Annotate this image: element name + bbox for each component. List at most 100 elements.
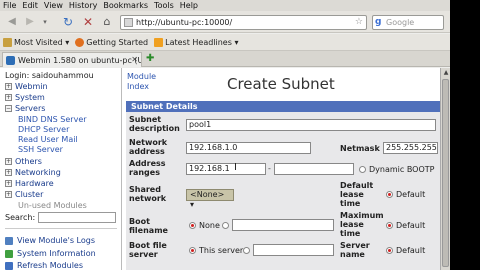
tab-label: Webmin 1.580 on ubuntu-pc (U... xyxy=(18,55,142,65)
category-label: Webmin xyxy=(15,82,48,91)
webmin-sidebar: Login: saidouhammou + Webmin + System − … xyxy=(0,68,122,270)
tab-webmin[interactable]: Webmin 1.580 on ubuntu-pc (U... ✕ xyxy=(2,52,142,67)
boot-filename-none-radio[interactable] xyxy=(189,222,196,229)
boot-file-server-input[interactable] xyxy=(253,244,334,256)
category-webmin[interactable]: + Webmin xyxy=(5,82,48,91)
action-system-information[interactable]: System Information xyxy=(5,249,96,258)
range-end-input[interactable] xyxy=(274,163,354,175)
unused-modules[interactable]: Un-used Modules xyxy=(18,201,87,210)
expand-icon: + xyxy=(5,191,12,198)
subnet-description-input[interactable]: pool1 xyxy=(186,119,436,131)
bookmark-most-visited[interactable]: Most Visited ▾ xyxy=(3,37,69,47)
dynamic-bootp-checkbox[interactable] xyxy=(359,166,366,173)
category-hardware[interactable]: + Hardware xyxy=(5,179,54,188)
boot-filename-input[interactable] xyxy=(232,219,334,231)
index-link[interactable]: Index xyxy=(127,82,149,91)
scrollbar-thumb[interactable] xyxy=(442,79,449,267)
shared-network-select[interactable]: <None> ▾ xyxy=(186,189,234,209)
folder-icon xyxy=(3,37,12,47)
category-system[interactable]: + System xyxy=(5,93,45,102)
vertical-scrollbar[interactable]: ▲ xyxy=(440,68,450,270)
sidebar-search-label: Search: xyxy=(5,213,36,222)
site-favicon-icon xyxy=(124,18,133,27)
module-bind-dns[interactable]: BIND DNS Server xyxy=(18,115,87,124)
module-link[interactable]: Module xyxy=(127,72,156,81)
boot-file-server-custom-radio[interactable] xyxy=(243,247,250,254)
text-cursor-icon: I xyxy=(234,162,237,173)
url-bar[interactable]: http://ubuntu-pc:10000/ ☆ xyxy=(120,15,367,30)
info-icon xyxy=(5,249,13,258)
scroll-up-icon[interactable]: ▲ xyxy=(442,69,450,77)
menu-edit[interactable]: Edit xyxy=(22,1,38,10)
category-servers[interactable]: − Servers xyxy=(5,104,45,113)
category-label: Hardware xyxy=(15,179,54,188)
history-dropdown-icon[interactable]: ▾ xyxy=(40,14,50,30)
range-start-input[interactable]: 192.168.1 xyxy=(186,163,266,175)
menu-view[interactable]: View xyxy=(44,1,63,10)
module-read-user-mail[interactable]: Read User Mail xyxy=(18,135,78,144)
default-lease-default-radio[interactable] xyxy=(386,191,393,198)
category-networking[interactable]: + Networking xyxy=(5,168,61,177)
expand-icon: + xyxy=(5,158,12,165)
reload-icon[interactable]: ↻ xyxy=(60,14,76,30)
boot-file-server-this-radio[interactable] xyxy=(189,247,196,254)
boot-filename-custom-radio[interactable] xyxy=(222,222,229,229)
network-address-input[interactable]: 192.168.1.0 xyxy=(186,142,311,154)
chevron-down-icon: ▾ xyxy=(190,200,195,209)
navigation-toolbar: ◀ ▶ ▾ ↻ ✕ ⌂ http://ubuntu-pc:10000/ ☆ g … xyxy=(0,11,450,33)
home-icon[interactable]: ⌂ xyxy=(99,14,115,30)
max-lease-default-label: Default xyxy=(396,221,426,230)
range-dash: - xyxy=(268,164,271,173)
offscreen-area xyxy=(450,0,480,270)
page-title: Create Subnet xyxy=(227,75,335,93)
bookmarks-toolbar: Most Visited ▾ Getting Started Latest He… xyxy=(0,34,450,51)
menu-help[interactable]: Help xyxy=(180,1,198,10)
category-label: Cluster xyxy=(15,190,44,199)
menu-tools[interactable]: Tools xyxy=(154,1,174,10)
max-lease-default-radio[interactable] xyxy=(386,222,393,229)
menu-history[interactable]: History xyxy=(69,1,97,10)
expand-icon: + xyxy=(5,169,12,176)
sidebar-search-input[interactable] xyxy=(38,212,116,223)
action-view-logs[interactable]: View Module's Logs xyxy=(5,236,95,245)
category-others[interactable]: + Others xyxy=(5,157,42,166)
server-name-default-radio[interactable] xyxy=(386,247,393,254)
menu-bookmarks[interactable]: Bookmarks xyxy=(103,1,148,10)
category-label: Servers xyxy=(15,104,46,113)
stop-icon[interactable]: ✕ xyxy=(80,14,96,30)
url-text: http://ubuntu-pc:10000/ xyxy=(136,18,233,27)
shared-network-label: Shared network xyxy=(129,185,167,203)
category-label: Others xyxy=(15,157,42,166)
menu-file[interactable]: File xyxy=(3,1,16,10)
browser-window: File Edit View History Bookmarks Tools H… xyxy=(0,0,450,270)
close-icon[interactable]: ✕ xyxy=(131,55,138,64)
back-icon[interactable]: ◀ xyxy=(4,14,20,30)
module-dhcp-server[interactable]: DHCP Server xyxy=(18,125,69,134)
expand-icon: + xyxy=(5,180,12,187)
firefox-icon xyxy=(75,37,85,47)
address-ranges-label: Address ranges xyxy=(129,159,166,177)
menu-bar: File Edit View History Bookmarks Tools H… xyxy=(0,0,450,11)
category-cluster[interactable]: + Cluster xyxy=(5,190,43,199)
bookmark-latest-headlines[interactable]: Latest Headlines ▾ xyxy=(154,37,238,47)
module-ssh-server[interactable]: SSH Server xyxy=(18,145,63,154)
boot-file-server-this-label: This server xyxy=(199,246,244,255)
new-tab-icon[interactable]: ✚ xyxy=(146,53,154,64)
default-lease-default-label: Default xyxy=(396,190,426,199)
action-label: System Information xyxy=(17,249,96,258)
action-label: View Module's Logs xyxy=(17,236,95,245)
default-lease-label: Default lease time xyxy=(340,181,374,208)
bookmark-star-icon[interactable]: ☆ xyxy=(355,17,363,27)
action-refresh-modules[interactable]: Refresh Modules xyxy=(5,261,83,270)
server-name-default-label: Default xyxy=(396,246,426,255)
netmask-label: Netmask xyxy=(340,144,380,153)
search-placeholder: Google xyxy=(386,18,415,27)
boot-file-server-label: Boot file server xyxy=(129,241,167,259)
boot-filename-none-label: None xyxy=(199,221,220,230)
netmask-input[interactable]: 255.255.255.0 xyxy=(383,142,438,154)
bookmark-getting-started[interactable]: Getting Started xyxy=(75,37,148,47)
search-bar[interactable]: g Google xyxy=(372,15,444,30)
google-icon: g xyxy=(375,17,382,27)
forward-icon[interactable]: ▶ xyxy=(22,14,38,30)
tab-bar: Webmin 1.580 on ubuntu-pc (U... ✕ ✚ xyxy=(0,51,450,67)
